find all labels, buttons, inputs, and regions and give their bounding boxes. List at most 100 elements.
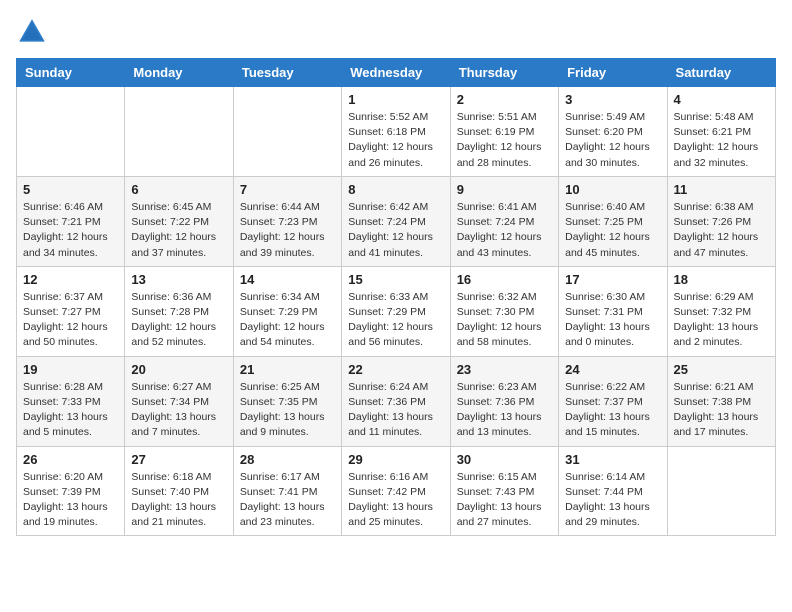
calendar-cell: 18 Sunrise: 6:29 AM Sunset: 7:32 PM Dayli…: [667, 266, 775, 356]
weekday-header-monday: Monday: [125, 59, 233, 87]
day-number: 16: [457, 272, 552, 287]
day-number: 15: [348, 272, 443, 287]
calendar-cell: 13 Sunrise: 6:36 AM Sunset: 7:28 PM Dayli…: [125, 266, 233, 356]
day-number: 20: [131, 362, 226, 377]
day-info: Sunrise: 6:38 AM Sunset: 7:26 PM Dayligh…: [674, 200, 769, 261]
calendar-cell: [233, 87, 341, 177]
day-info: Sunrise: 6:23 AM Sunset: 7:36 PM Dayligh…: [457, 380, 552, 441]
calendar-cell: 12 Sunrise: 6:37 AM Sunset: 7:27 PM Dayli…: [17, 266, 125, 356]
day-info: Sunrise: 6:16 AM Sunset: 7:42 PM Dayligh…: [348, 470, 443, 531]
day-info: Sunrise: 6:30 AM Sunset: 7:31 PM Dayligh…: [565, 290, 660, 351]
calendar-cell: [667, 446, 775, 536]
day-number: 11: [674, 182, 769, 197]
calendar-week-row: 26Sunrise: 6:20 AM Sunset: 7:39 PM Dayli…: [17, 446, 776, 536]
calendar-cell: 15 Sunrise: 6:33 AM Sunset: 7:29 PM Dayli…: [342, 266, 450, 356]
calendar-cell: 1 Sunrise: 5:52 AM Sunset: 6:18 PM Daylig…: [342, 87, 450, 177]
logo: [16, 16, 52, 48]
calendar-cell: 20 Sunrise: 6:27 AM Sunset: 7:34 PM Dayli…: [125, 356, 233, 446]
day-number: 1: [348, 92, 443, 107]
calendar-cell: 3 Sunrise: 5:49 AM Sunset: 6:20 PM Daylig…: [559, 87, 667, 177]
calendar-cell: 21 Sunrise: 6:25 AM Sunset: 7:35 PM Dayli…: [233, 356, 341, 446]
day-info: Sunrise: 6:40 AM Sunset: 7:25 PM Dayligh…: [565, 200, 660, 261]
day-number: 9: [457, 182, 552, 197]
day-number: 23: [457, 362, 552, 377]
day-number: 5: [23, 182, 118, 197]
day-info: Sunrise: 6:41 AM Sunset: 7:24 PM Dayligh…: [457, 200, 552, 261]
calendar-cell: 24 Sunrise: 6:22 AM Sunset: 7:37 PM Dayli…: [559, 356, 667, 446]
day-info: Sunrise: 5:49 AM Sunset: 6:20 PM Dayligh…: [565, 110, 660, 171]
calendar-cell: 11 Sunrise: 6:38 AM Sunset: 7:26 PM Dayli…: [667, 176, 775, 266]
day-number: 19: [23, 362, 118, 377]
day-number: 6: [131, 182, 226, 197]
day-info: Sunrise: 6:27 AM Sunset: 7:34 PM Dayligh…: [131, 380, 226, 441]
day-number: 18: [674, 272, 769, 287]
day-number: 31: [565, 452, 660, 467]
day-number: 21: [240, 362, 335, 377]
calendar-cell: 28 Sunrise: 6:17 AM Sunset: 7:41 PM Dayli…: [233, 446, 341, 536]
day-info: Sunrise: 5:52 AM Sunset: 6:18 PM Dayligh…: [348, 110, 443, 171]
day-info: Sunrise: 6:17 AM Sunset: 7:41 PM Dayligh…: [240, 470, 335, 531]
day-number: 4: [674, 92, 769, 107]
calendar-cell: 22 Sunrise: 6:24 AM Sunset: 7:36 PM Dayli…: [342, 356, 450, 446]
weekday-header-wednesday: Wednesday: [342, 59, 450, 87]
day-number: 22: [348, 362, 443, 377]
day-info: Sunrise: 6:14 AM Sunset: 7:44 PM Dayligh…: [565, 470, 660, 531]
day-info: Sunrise: 6:42 AM Sunset: 7:24 PM Dayligh…: [348, 200, 443, 261]
day-info: Sunrise: 6:28 AM Sunset: 7:33 PM Dayligh…: [23, 380, 118, 441]
day-number: 28: [240, 452, 335, 467]
day-number: 17: [565, 272, 660, 287]
day-number: 13: [131, 272, 226, 287]
day-info: Sunrise: 6:15 AM Sunset: 7:43 PM Dayligh…: [457, 470, 552, 531]
calendar-cell: 31 Sunrise: 6:14 AM Sunset: 7:44 PM Dayli…: [559, 446, 667, 536]
calendar-cell: 10Sunrise: 6:40 AM Sunset: 7:25 PM Dayli…: [559, 176, 667, 266]
day-info: Sunrise: 6:44 AM Sunset: 7:23 PM Dayligh…: [240, 200, 335, 261]
day-number: 3: [565, 92, 660, 107]
day-number: 7: [240, 182, 335, 197]
calendar-table: SundayMondayTuesdayWednesdayThursdayFrid…: [16, 58, 776, 536]
calendar-cell: 16 Sunrise: 6:32 AM Sunset: 7:30 PM Dayli…: [450, 266, 558, 356]
calendar-cell: 7 Sunrise: 6:44 AM Sunset: 7:23 PM Daylig…: [233, 176, 341, 266]
day-number: 12: [23, 272, 118, 287]
day-info: Sunrise: 6:29 AM Sunset: 7:32 PM Dayligh…: [674, 290, 769, 351]
calendar-cell: 25 Sunrise: 6:21 AM Sunset: 7:38 PM Dayli…: [667, 356, 775, 446]
day-info: Sunrise: 6:24 AM Sunset: 7:36 PM Dayligh…: [348, 380, 443, 441]
calendar-cell: 8 Sunrise: 6:42 AM Sunset: 7:24 PM Daylig…: [342, 176, 450, 266]
page-header: [16, 16, 776, 48]
calendar-cell: 27 Sunrise: 6:18 AM Sunset: 7:40 PM Dayli…: [125, 446, 233, 536]
calendar-cell: 29 Sunrise: 6:16 AM Sunset: 7:42 PM Dayli…: [342, 446, 450, 536]
calendar-cell: 19 Sunrise: 6:28 AM Sunset: 7:33 PM Dayli…: [17, 356, 125, 446]
day-number: 14: [240, 272, 335, 287]
day-info: Sunrise: 6:21 AM Sunset: 7:38 PM Dayligh…: [674, 380, 769, 441]
day-info: Sunrise: 6:22 AM Sunset: 7:37 PM Dayligh…: [565, 380, 660, 441]
calendar-cell: 5Sunrise: 6:46 AM Sunset: 7:21 PM Daylig…: [17, 176, 125, 266]
day-info: Sunrise: 6:25 AM Sunset: 7:35 PM Dayligh…: [240, 380, 335, 441]
calendar-cell: 14 Sunrise: 6:34 AM Sunset: 7:29 PM Dayli…: [233, 266, 341, 356]
day-info: Sunrise: 6:34 AM Sunset: 7:29 PM Dayligh…: [240, 290, 335, 351]
weekday-header-friday: Friday: [559, 59, 667, 87]
day-number: 8: [348, 182, 443, 197]
day-number: 30: [457, 452, 552, 467]
day-number: 25: [674, 362, 769, 377]
calendar-cell: 9 Sunrise: 6:41 AM Sunset: 7:24 PM Daylig…: [450, 176, 558, 266]
calendar-week-row: 5Sunrise: 6:46 AM Sunset: 7:21 PM Daylig…: [17, 176, 776, 266]
day-number: 27: [131, 452, 226, 467]
calendar-week-row: 19 Sunrise: 6:28 AM Sunset: 7:33 PM Dayli…: [17, 356, 776, 446]
calendar-cell: 6 Sunrise: 6:45 AM Sunset: 7:22 PM Daylig…: [125, 176, 233, 266]
day-number: 29: [348, 452, 443, 467]
logo-icon: [16, 16, 48, 48]
day-info: Sunrise: 6:32 AM Sunset: 7:30 PM Dayligh…: [457, 290, 552, 351]
calendar-week-row: 1 Sunrise: 5:52 AM Sunset: 6:18 PM Daylig…: [17, 87, 776, 177]
day-info: Sunrise: 6:18 AM Sunset: 7:40 PM Dayligh…: [131, 470, 226, 531]
day-info: Sunrise: 6:45 AM Sunset: 7:22 PM Dayligh…: [131, 200, 226, 261]
calendar-week-row: 12 Sunrise: 6:37 AM Sunset: 7:27 PM Dayli…: [17, 266, 776, 356]
day-number: 26: [23, 452, 118, 467]
day-info: Sunrise: 6:37 AM Sunset: 7:27 PM Dayligh…: [23, 290, 118, 351]
weekday-header-row: SundayMondayTuesdayWednesdayThursdayFrid…: [17, 59, 776, 87]
day-info: Sunrise: 6:36 AM Sunset: 7:28 PM Dayligh…: [131, 290, 226, 351]
day-info: Sunrise: 5:48 AM Sunset: 6:21 PM Dayligh…: [674, 110, 769, 171]
day-info: Sunrise: 6:33 AM Sunset: 7:29 PM Dayligh…: [348, 290, 443, 351]
day-number: 2: [457, 92, 552, 107]
day-number: 24: [565, 362, 660, 377]
calendar-cell: 30 Sunrise: 6:15 AM Sunset: 7:43 PM Dayli…: [450, 446, 558, 536]
weekday-header-thursday: Thursday: [450, 59, 558, 87]
